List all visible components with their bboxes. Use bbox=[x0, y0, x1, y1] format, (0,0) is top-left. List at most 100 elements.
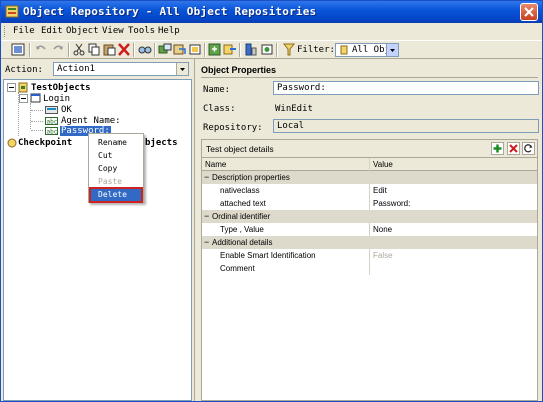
redo-icon[interactable] bbox=[51, 43, 65, 56]
restore-button[interactable] bbox=[522, 142, 535, 155]
close-button[interactable] bbox=[520, 3, 538, 21]
class-value: WinEdit bbox=[275, 104, 313, 114]
column-name: Name bbox=[205, 160, 227, 169]
tree-line bbox=[30, 103, 31, 129]
column-value: Value bbox=[373, 160, 393, 169]
action-label: Action: bbox=[5, 65, 43, 75]
menu-help[interactable]: Help bbox=[158, 26, 180, 36]
remove-icon bbox=[509, 144, 518, 153]
window-title: Object Repository - All Object Repositor… bbox=[23, 5, 317, 18]
cut-icon[interactable] bbox=[72, 43, 86, 56]
filter-dropdown[interactable]: All Obje bbox=[335, 43, 399, 57]
record-icon[interactable] bbox=[260, 43, 274, 56]
add-to-local-icon[interactable] bbox=[208, 43, 222, 56]
menu-view[interactable]: View bbox=[102, 26, 124, 36]
object-repository-icon bbox=[5, 5, 19, 18]
export-icon[interactable] bbox=[223, 43, 237, 56]
test-object-details: Test object details Name Value − Descrip… bbox=[201, 139, 538, 401]
menu-tools[interactable]: Tools bbox=[128, 26, 155, 36]
context-delete[interactable]: Delete bbox=[89, 187, 143, 203]
row-name: Description properties bbox=[212, 173, 290, 182]
left-pane: Action: Action1 TestObjects Login OK abc… bbox=[1, 59, 195, 401]
collapse-toggle[interactable] bbox=[7, 83, 16, 92]
toolbar-separator bbox=[204, 43, 206, 57]
row-value: Edit bbox=[373, 186, 387, 195]
chevron-down-icon[interactable] bbox=[386, 44, 398, 56]
menu-object[interactable]: Object bbox=[66, 26, 99, 36]
delete-icon[interactable] bbox=[117, 43, 131, 56]
undo-icon[interactable] bbox=[34, 43, 48, 56]
context-menu: Rename Cut Copy Paste Delete bbox=[88, 133, 144, 203]
close-icon bbox=[524, 7, 534, 17]
row-name: Comment bbox=[220, 264, 255, 273]
object-properties-header: Object Properties bbox=[201, 65, 277, 75]
tree-node-testobjects[interactable]: TestObjects bbox=[31, 83, 91, 93]
object-tree[interactable]: TestObjects Login OK abc Agent Name: abc… bbox=[3, 79, 192, 401]
tree-line bbox=[31, 121, 43, 122]
object-repository-window: Object Repository - All Object Repositor… bbox=[0, 0, 543, 402]
class-label: Class: bbox=[203, 104, 236, 114]
table-row[interactable]: nativeclass Edit bbox=[202, 184, 537, 197]
chevron-down-icon[interactable] bbox=[176, 63, 188, 75]
context-delete-label: Delete bbox=[98, 190, 127, 199]
menu-edit[interactable]: Edit bbox=[41, 26, 63, 36]
tree-node-agent-name[interactable]: Agent Name: bbox=[61, 116, 121, 126]
add-objects-icon[interactable] bbox=[158, 43, 172, 56]
copy-icon[interactable] bbox=[87, 43, 101, 56]
update-object-icon[interactable] bbox=[173, 43, 187, 56]
toolbar-separator bbox=[133, 43, 135, 57]
toolbar: Filter: All Obje bbox=[1, 40, 542, 59]
tree-node-ok[interactable]: OK bbox=[61, 105, 72, 115]
row-name: Enable Smart Identification bbox=[220, 251, 316, 260]
tree-line bbox=[31, 130, 43, 131]
context-copy[interactable]: Copy bbox=[98, 164, 117, 173]
add-property-button[interactable] bbox=[491, 142, 504, 155]
select-icon[interactable] bbox=[11, 43, 25, 56]
menu-grip bbox=[4, 26, 7, 37]
find-icon[interactable] bbox=[138, 43, 152, 56]
title-bar: Object Repository - All Object Repositor… bbox=[1, 1, 542, 23]
tree-node-login[interactable]: Login bbox=[43, 94, 70, 104]
row-name: nativeclass bbox=[220, 186, 260, 195]
highlight-icon[interactable] bbox=[188, 43, 202, 56]
object-spy-icon[interactable] bbox=[244, 43, 258, 56]
tree-node-checkpoints[interactable]: Checkpoint bbox=[18, 138, 72, 148]
row-name: Additional details bbox=[212, 238, 273, 247]
row-value: False bbox=[373, 251, 393, 260]
edit-field-icon: abc bbox=[45, 127, 58, 135]
right-pane: Object Properties Name: Password: Class:… bbox=[197, 59, 542, 401]
refresh-icon bbox=[524, 144, 533, 153]
menu-file[interactable]: File bbox=[13, 26, 35, 36]
context-cut[interactable]: Cut bbox=[98, 151, 112, 160]
table-row[interactable]: Enable Smart Identification False bbox=[202, 249, 537, 262]
svg-text:abc: abc bbox=[47, 119, 58, 126]
context-rename[interactable]: Rename bbox=[98, 138, 127, 147]
svg-text:abc: abc bbox=[47, 129, 58, 136]
table-row[interactable]: − Ordinal identifier bbox=[202, 210, 537, 223]
tree-line bbox=[31, 110, 43, 111]
remove-property-button[interactable] bbox=[507, 142, 520, 155]
collapse-toggle[interactable] bbox=[19, 94, 28, 103]
row-name: attached text bbox=[220, 199, 266, 208]
toolbar-separator bbox=[276, 43, 278, 57]
table-row[interactable]: Type , Value None bbox=[202, 223, 537, 236]
divider bbox=[201, 77, 538, 78]
table-row[interactable]: − Description properties bbox=[202, 171, 537, 184]
toolbar-separator bbox=[29, 43, 31, 57]
tree-node-checkpoints-tail: bjects bbox=[145, 138, 178, 148]
toolbar-separator bbox=[154, 43, 156, 57]
paste-icon[interactable] bbox=[102, 43, 116, 56]
table-row[interactable]: − Additional details bbox=[202, 236, 537, 249]
window-icon bbox=[30, 93, 41, 103]
row-name: Type , Value bbox=[220, 225, 264, 234]
action-dropdown[interactable]: Action1 bbox=[53, 62, 189, 76]
menu-bar: File Edit Object View Tools Help bbox=[1, 23, 542, 40]
table-row[interactable]: Comment bbox=[202, 262, 537, 275]
row-name: Ordinal identifier bbox=[212, 212, 271, 221]
filter-value-icon bbox=[340, 45, 348, 55]
toolbar-separator bbox=[68, 43, 70, 57]
plus-icon bbox=[493, 144, 502, 153]
name-field[interactable]: Password: bbox=[273, 81, 539, 95]
details-title: Test object details bbox=[206, 144, 274, 154]
table-row[interactable]: attached text Password: bbox=[202, 197, 537, 210]
